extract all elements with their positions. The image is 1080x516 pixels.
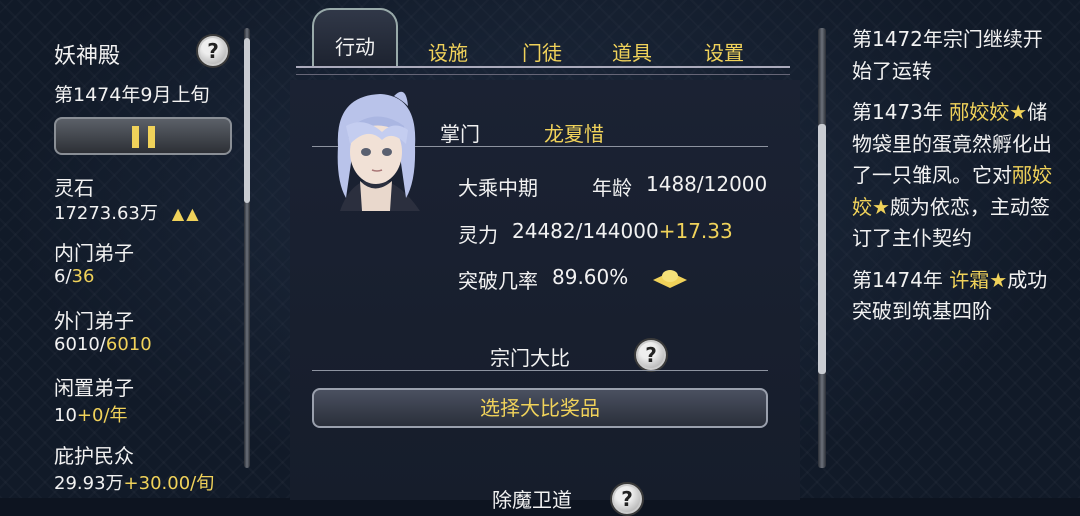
outer-disciples-count: 6010/ bbox=[54, 334, 106, 355]
stat-value-protected-people: 29.93万+30.00/旬 bbox=[54, 469, 214, 495]
protected-people-count: 29.93万 bbox=[54, 473, 124, 494]
leader-spirit-value: 24482/144000 bbox=[512, 219, 659, 243]
log-disciple-name[interactable]: 邴姣姣★ bbox=[949, 100, 1027, 124]
tab-items[interactable]: 道具 bbox=[600, 34, 664, 70]
log-scroll-thumb[interactable] bbox=[818, 124, 826, 374]
demon-slaying-help-icon[interactable]: ? bbox=[610, 482, 644, 516]
spirit-stones-amount: 17273.63万 bbox=[54, 203, 158, 224]
inner-disciples-count: 6/ bbox=[54, 266, 72, 287]
event-log: 第1472年宗门继续开始了运转第1473年 邴姣姣★储物袋里的蛋竟然孵化出了一只… bbox=[852, 24, 1057, 338]
outer-disciples-max: 6010 bbox=[105, 334, 152, 355]
sect-name: 妖神殿 bbox=[54, 44, 121, 69]
game-date: 第1474年9月上旬 bbox=[54, 84, 210, 106]
pause-button[interactable] bbox=[54, 117, 232, 155]
leader-age-value: 1488/12000 bbox=[646, 172, 768, 196]
sect-sidebar: 妖神殿 ? 第1474年9月上旬 灵石 17273.63万 ▲▲ 内门弟子 6/3… bbox=[0, 0, 255, 498]
stat-label-spirit-stones: 灵石 bbox=[54, 176, 94, 200]
demon-slaying-title: 除魔卫道 bbox=[492, 488, 572, 512]
stat-value-outer-disciples: 6010/6010 bbox=[54, 334, 152, 355]
log-scrollbar[interactable] bbox=[818, 28, 826, 468]
log-entry: 第1473年 邴姣姣★储物袋里的蛋竟然孵化出了一只雏凤。它对邴姣姣★颇为依恋，主… bbox=[852, 97, 1057, 255]
leader-realm: 大乘中期 bbox=[458, 176, 538, 200]
leader-title: 掌门 bbox=[440, 122, 480, 146]
tab-facilities[interactable]: 设施 bbox=[416, 34, 480, 70]
protected-people-rate: +30.00/旬 bbox=[123, 473, 215, 494]
leader-name[interactable]: 龙夏惜 bbox=[544, 118, 604, 147]
stat-label-outer-disciples[interactable]: 外门弟子 bbox=[54, 305, 134, 334]
leader-spirit-label: 灵力 bbox=[458, 223, 498, 247]
stat-value-idle-disciples: 10+0/年 bbox=[54, 401, 128, 427]
select-prize-button[interactable]: 选择大比奖品 bbox=[312, 388, 768, 428]
sidebar-scroll-thumb[interactable] bbox=[244, 38, 250, 203]
stat-label-inner-disciples[interactable]: 内门弟子 bbox=[54, 237, 134, 266]
log-entry: 第1474年 许霜★成功突破到筑基四阶 bbox=[852, 265, 1057, 328]
log-text: 第1473年 bbox=[852, 100, 950, 124]
idle-disciples-rate: +0/年 bbox=[76, 405, 128, 426]
log-disciple-name[interactable]: 许霜★ bbox=[949, 268, 1007, 292]
stat-label-protected-people: 庇护民众 bbox=[54, 444, 134, 468]
log-text: 第1472年 bbox=[852, 27, 943, 51]
leader-spirit-rate: +17.33 bbox=[658, 219, 733, 243]
tab-actions[interactable]: 行动 bbox=[312, 8, 398, 66]
leader-portrait[interactable] bbox=[320, 86, 430, 216]
tournament-title: 宗门大比 bbox=[490, 346, 570, 370]
pause-icon-bar bbox=[148, 126, 155, 148]
tournament-divider bbox=[312, 370, 768, 371]
breakthrough-pill-icon[interactable] bbox=[651, 266, 689, 292]
breakthrough-value: 89.60% bbox=[552, 265, 629, 289]
tab-settings[interactable]: 设置 bbox=[692, 34, 756, 70]
log-entry: 第1472年宗门继续开始了运转 bbox=[852, 24, 1057, 87]
idle-disciples-count: 10 bbox=[54, 405, 77, 426]
leader-age-label: 年龄 bbox=[592, 176, 632, 200]
pause-icon bbox=[132, 126, 139, 148]
stat-value-spirit-stones: 17273.63万 ▲▲ bbox=[54, 199, 201, 225]
stat-label-idle-disciples[interactable]: 闲置弟子 bbox=[54, 372, 134, 401]
tab-disciples[interactable]: 门徒 bbox=[510, 34, 574, 70]
increase-arrows-icon: ▲▲ bbox=[171, 204, 201, 223]
leader-spirit: 24482/144000+17.33 bbox=[512, 219, 733, 243]
stat-value-inner-disciples: 6/36 bbox=[54, 266, 94, 287]
tournament-help-icon[interactable]: ? bbox=[634, 338, 668, 372]
log-text: 第1474年 bbox=[852, 267, 950, 292]
main-panel: 行动 设施 门徒 道具 设置 掌门 龙夏惜 大乘中期 年龄 1488/12000… bbox=[290, 0, 800, 516]
breakthrough-label: 突破几率 bbox=[458, 269, 538, 293]
sidebar-scrollbar[interactable] bbox=[244, 28, 250, 468]
help-icon[interactable]: ? bbox=[196, 34, 230, 68]
inner-disciples-max: 36 bbox=[71, 266, 95, 287]
